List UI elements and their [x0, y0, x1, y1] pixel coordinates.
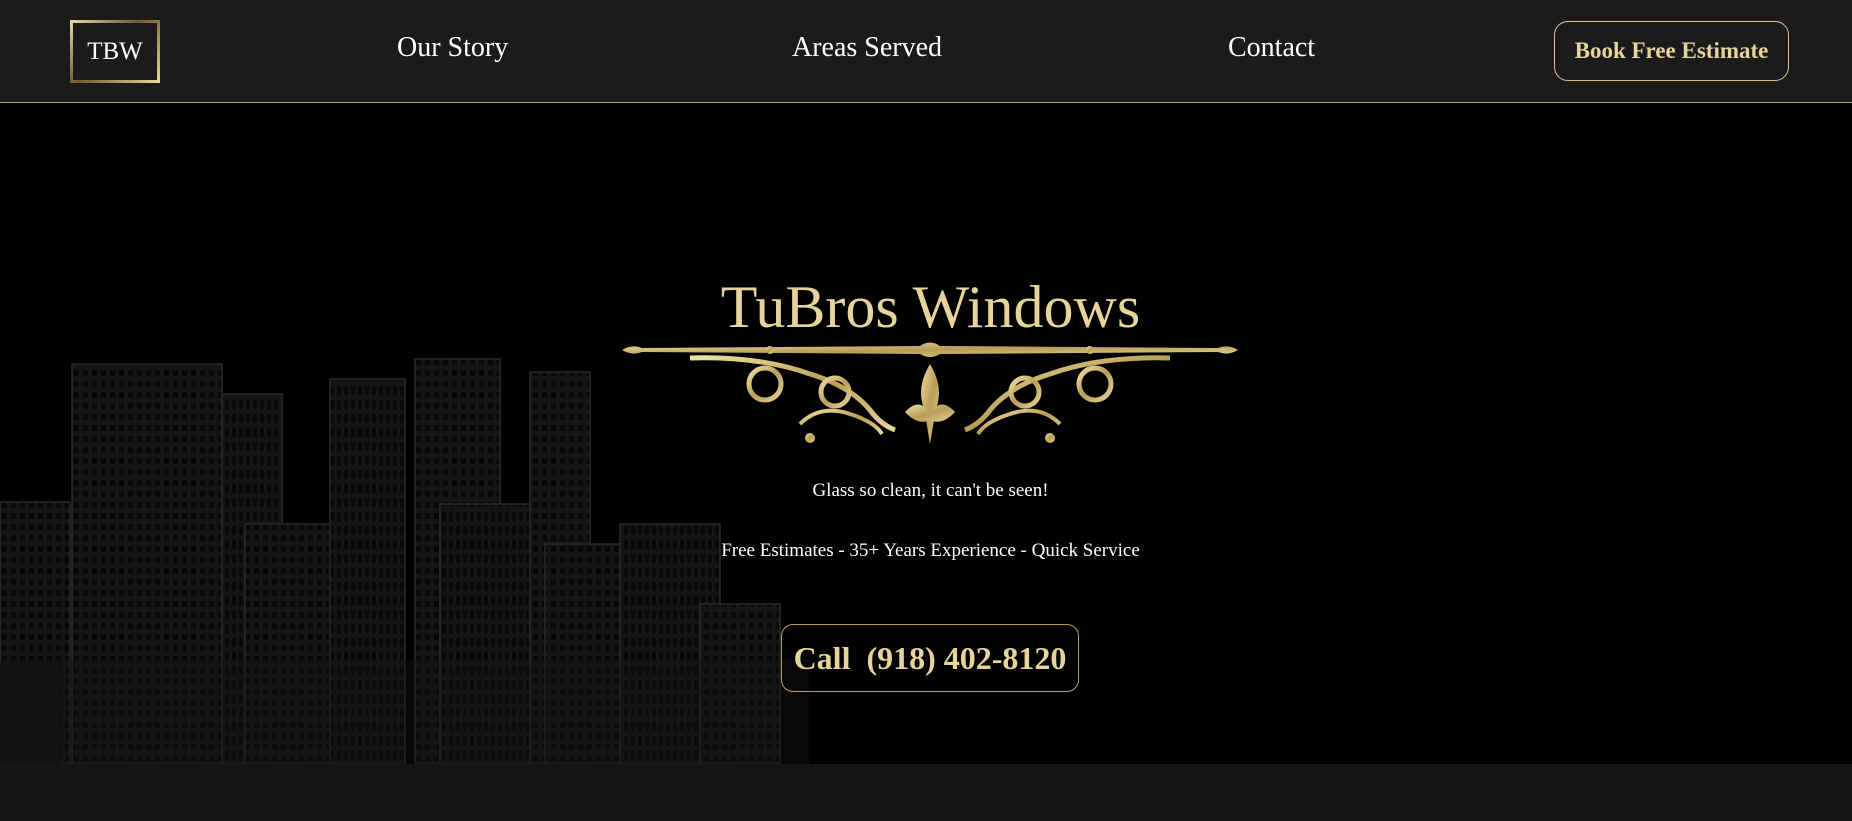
book-free-estimate-button[interactable]: Book Free Estimate — [1554, 21, 1789, 81]
nav-contact[interactable]: Contact — [1228, 30, 1315, 66]
logo[interactable]: TBW — [70, 20, 160, 83]
site-header: TBW Our Story Areas Served Contact Book … — [0, 0, 1852, 103]
logo-text: TBW — [87, 37, 143, 65]
call-phone-button[interactable]: Call (918) 402-8120 — [781, 624, 1079, 692]
nav-areas-served[interactable]: Areas Served — [792, 30, 942, 66]
hero-tagline: Glass so clean, it can't be seen! — [812, 480, 1049, 501]
hero-title: TuBros Windows — [720, 274, 1141, 340]
section-divider-strip — [0, 764, 1852, 821]
hero-section: TuBros Windows Glass so clean, it can't … — [0, 104, 1852, 764]
ornamental-flourish-icon — [622, 342, 1238, 444]
nav-our-story[interactable]: Our Story — [397, 30, 508, 66]
hero-features: Free Estimates - 35+ Years Experience - … — [721, 540, 1140, 561]
page: TBW Our Story Areas Served Contact Book … — [0, 0, 1852, 821]
